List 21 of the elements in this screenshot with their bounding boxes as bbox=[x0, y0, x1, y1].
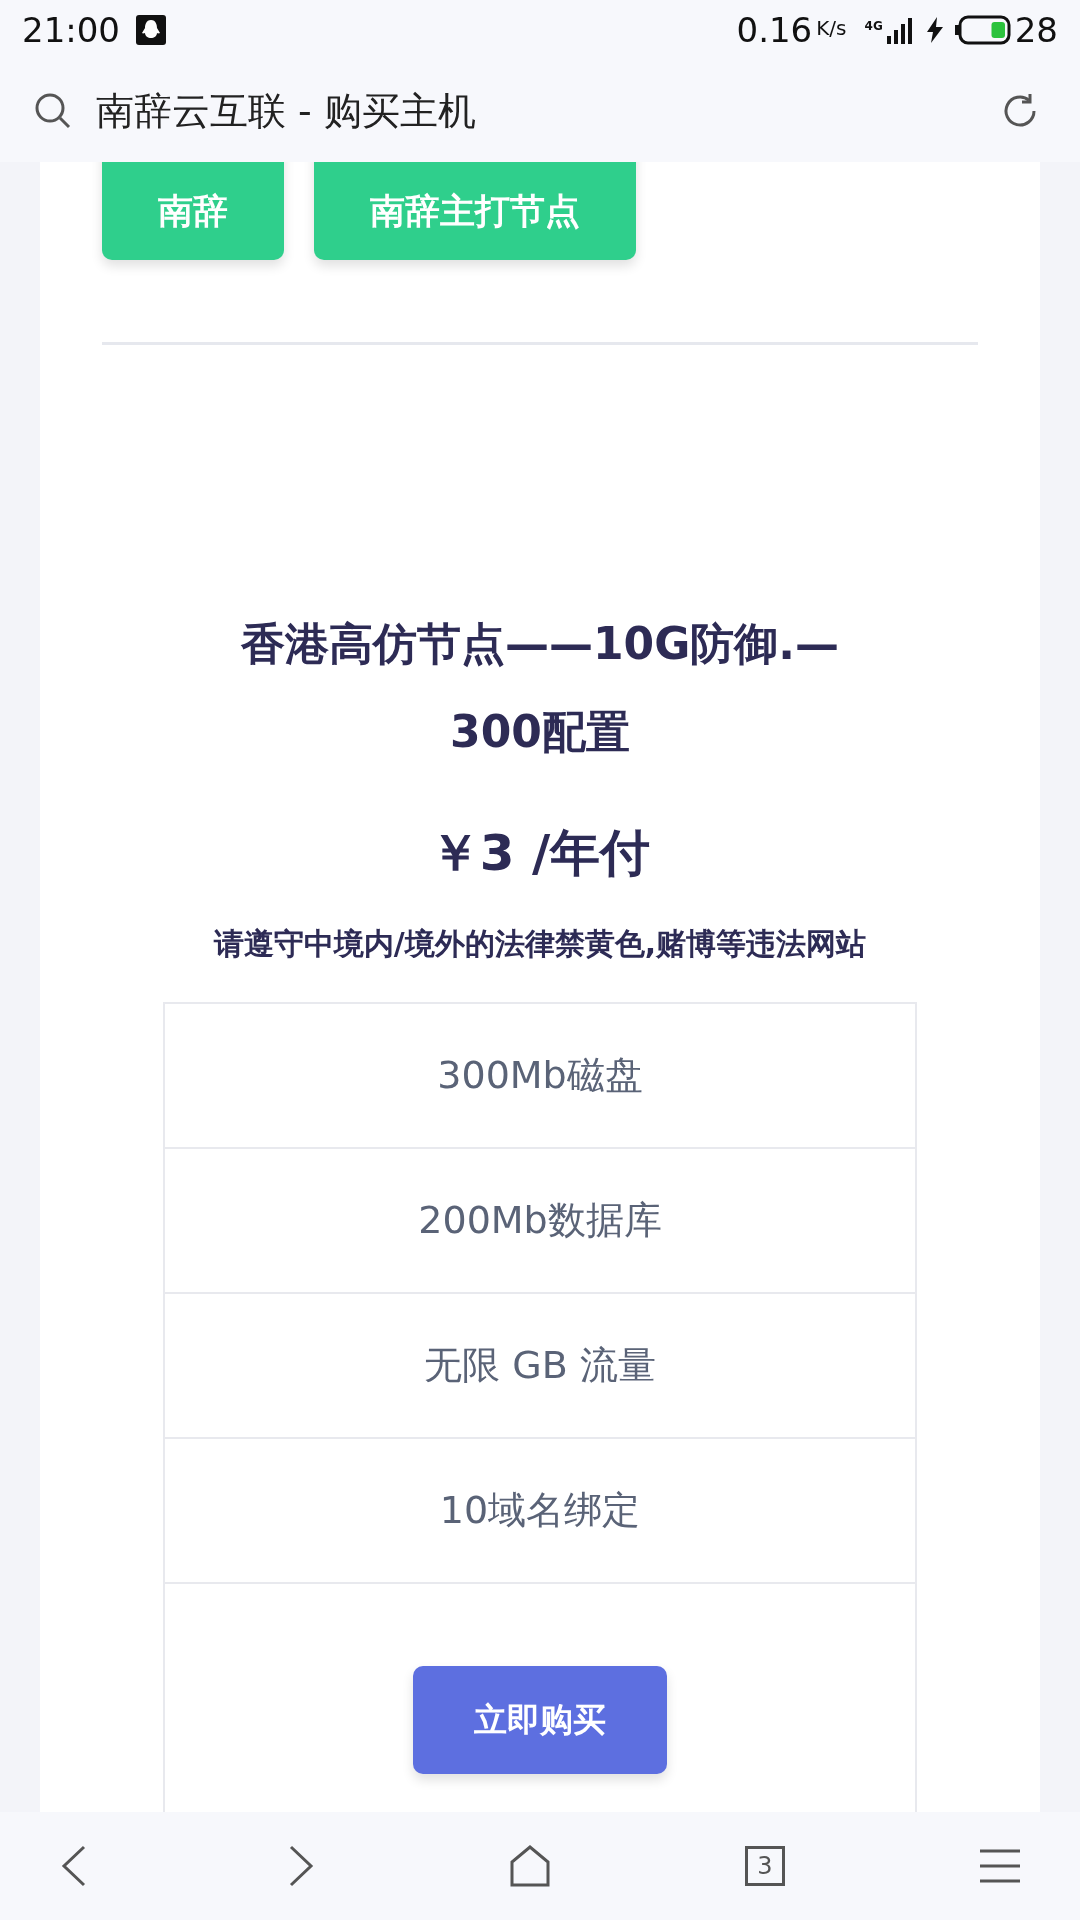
feature-text: 无限 GB 流量 bbox=[424, 1342, 656, 1389]
usage-notice: 请遵守中境内/境外的法律禁黄色,赌博等违法网站 bbox=[212, 925, 868, 963]
plan-title: 香港高仿节点——10G防御.—300配置 bbox=[239, 617, 841, 759]
tabs-button[interactable]: 3 bbox=[745, 1846, 785, 1886]
plan-price: ￥3 /年付 bbox=[428, 823, 652, 884]
signal-icon bbox=[886, 16, 915, 44]
battery-icon bbox=[954, 15, 1011, 45]
feature-text: 300Mb磁盘 bbox=[437, 1052, 643, 1099]
menu-icon[interactable] bbox=[980, 1848, 1020, 1884]
page-title[interactable]: 南辞云互联 - 购买主机 bbox=[96, 82, 476, 140]
search-icon[interactable] bbox=[34, 92, 72, 130]
network-speed: 0.16 bbox=[736, 8, 813, 52]
clock: 21:00 bbox=[22, 8, 120, 52]
notification-icon bbox=[136, 15, 166, 45]
feature-text: 200Mb数据库 bbox=[418, 1197, 662, 1244]
buy-now-button[interactable]: 立即购买 bbox=[413, 1666, 667, 1774]
home-icon[interactable] bbox=[510, 1845, 550, 1887]
feature-text: 10域名绑定 bbox=[439, 1487, 641, 1534]
battery-percent: 28 bbox=[1014, 8, 1058, 52]
speed-unit: K/s bbox=[816, 14, 847, 42]
network-type: 4G bbox=[864, 17, 883, 35]
